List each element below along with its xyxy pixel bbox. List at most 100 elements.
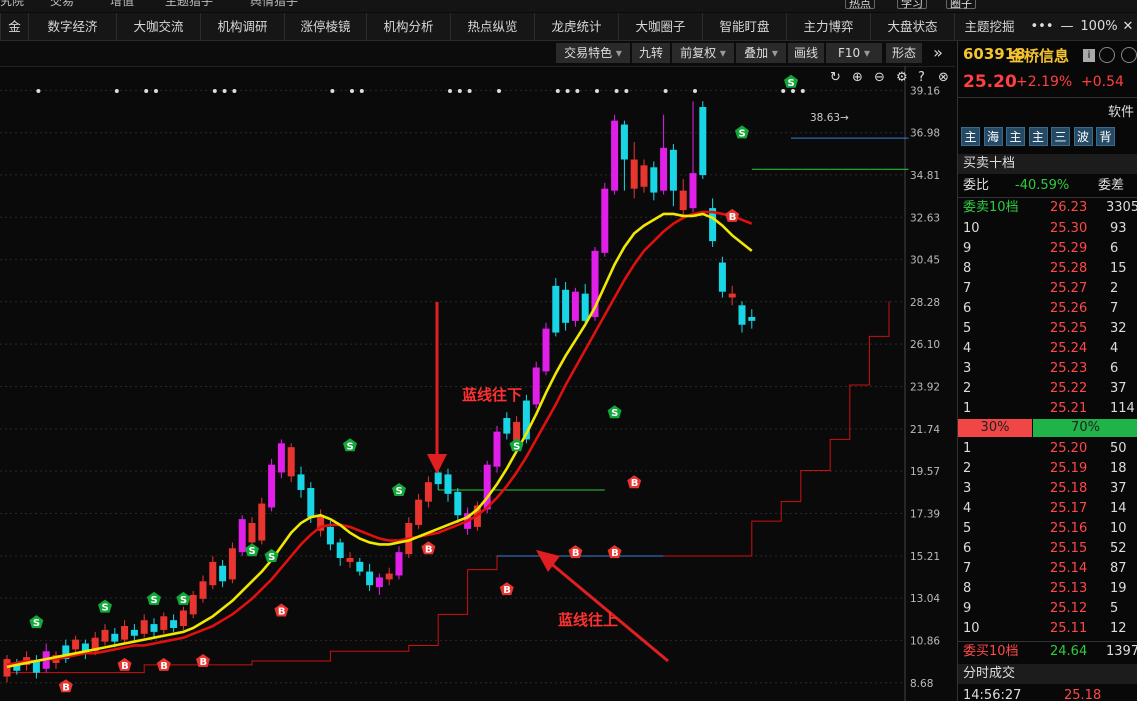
candle-body[interactable] bbox=[346, 557, 354, 562]
top-button[interactable]: 热点 bbox=[845, 0, 875, 10]
candle-body[interactable] bbox=[679, 190, 687, 211]
candle-body[interactable] bbox=[552, 285, 560, 333]
quote-tab-button[interactable]: 三 bbox=[1051, 127, 1070, 146]
close-icon[interactable]: ✕ bbox=[1119, 13, 1137, 40]
more-icon[interactable]: ••• bbox=[1030, 13, 1054, 40]
tab-item[interactable]: 机构分析 bbox=[366, 13, 450, 40]
top-button[interactable]: 学习 bbox=[897, 0, 927, 10]
candle-body[interactable] bbox=[571, 291, 579, 321]
quote-tab-button[interactable]: 海 bbox=[983, 127, 1003, 146]
toolbar-button[interactable]: 九转 bbox=[632, 43, 670, 63]
chart-tool-icon[interactable]: ⊖ bbox=[874, 70, 885, 85]
candle-body[interactable] bbox=[542, 328, 550, 372]
bid-row[interactable]: 2 25.19 18 bbox=[958, 459, 1137, 479]
candle-body[interactable] bbox=[699, 107, 707, 176]
quote-tab-button[interactable]: 主 bbox=[1006, 127, 1025, 146]
tab-item[interactable]: 机构调研 bbox=[200, 13, 284, 40]
candle-body[interactable] bbox=[356, 561, 364, 572]
tab-item[interactable]: 主题挖掘 bbox=[954, 13, 1024, 40]
candle-body[interactable] bbox=[669, 149, 677, 191]
tab-item[interactable]: 大盘状态 bbox=[870, 13, 954, 40]
candle-body[interactable] bbox=[650, 167, 658, 193]
bid-row[interactable]: 5 25.16 10 bbox=[958, 519, 1137, 539]
chart-tool-icon[interactable]: ? bbox=[918, 70, 925, 85]
bid-row[interactable]: 4 25.17 14 bbox=[958, 499, 1137, 519]
candle-body[interactable] bbox=[415, 499, 423, 525]
buy-signal-icon[interactable]: B bbox=[58, 679, 73, 693]
quote-tab-button[interactable]: 背 bbox=[1096, 127, 1115, 146]
candle-body[interactable] bbox=[748, 316, 756, 321]
sell-signal-icon[interactable]: S bbox=[607, 405, 622, 419]
candle-body[interactable] bbox=[160, 616, 168, 630]
chart-tool-icon[interactable]: ⊕ bbox=[852, 70, 863, 85]
toolbar-button[interactable]: 形态 bbox=[886, 43, 922, 63]
tab-item[interactable]: 数字经济 bbox=[28, 13, 116, 40]
ask-row[interactable]: 10 25.30 93 bbox=[958, 219, 1137, 239]
candle-body[interactable] bbox=[179, 610, 187, 627]
candle-body[interactable] bbox=[444, 474, 452, 494]
buy-signal-icon[interactable]: B bbox=[725, 208, 740, 223]
info-icon[interactable]: i bbox=[1083, 49, 1095, 62]
top-menu-item[interactable]: 舆情猎手 bbox=[250, 0, 298, 9]
candle-body[interactable] bbox=[493, 431, 501, 467]
candle-body[interactable] bbox=[689, 173, 697, 209]
candle-body[interactable] bbox=[101, 629, 109, 642]
toolbar-button[interactable]: 前复权 ▾ bbox=[672, 43, 734, 63]
sell-signal-icon[interactable]: S bbox=[29, 615, 44, 629]
ask-row[interactable]: 1 25.21 114 bbox=[958, 399, 1137, 419]
sell-signal-icon[interactable]: S bbox=[147, 591, 161, 606]
tab-item[interactable]: 主力博弈 bbox=[786, 13, 870, 40]
sell-signal-icon[interactable]: S bbox=[735, 125, 749, 139]
buy-signal-icon[interactable]: B bbox=[499, 582, 514, 596]
expand-icon[interactable]: » bbox=[927, 43, 949, 63]
sell-signal-icon[interactable]: S bbox=[784, 74, 798, 89]
buy-signal-icon[interactable]: B bbox=[156, 657, 171, 672]
candle-body[interactable] bbox=[454, 491, 462, 516]
candle-body[interactable] bbox=[385, 573, 393, 580]
candle-body[interactable] bbox=[728, 293, 736, 298]
ask-row[interactable]: 2 25.22 37 bbox=[958, 379, 1137, 399]
quote-tab-button[interactable]: 波 bbox=[1073, 127, 1093, 146]
tab-item[interactable]: 大咖圈子 bbox=[618, 13, 702, 40]
candle-body[interactable] bbox=[3, 659, 11, 677]
sell-signal-icon[interactable]: S bbox=[98, 599, 112, 614]
candle-body[interactable] bbox=[199, 581, 207, 599]
top-menu-item[interactable]: 交易 bbox=[50, 0, 74, 9]
tab-item[interactable]: 热点纵览 bbox=[450, 13, 534, 40]
top-menu-item[interactable]: 主题猎手 bbox=[165, 0, 213, 9]
top-menu-item[interactable]: 增值 bbox=[110, 0, 134, 9]
candle-body[interactable] bbox=[121, 626, 129, 640]
buy-signal-icon[interactable]: B bbox=[627, 475, 642, 489]
sell-signal-icon[interactable]: S bbox=[392, 482, 406, 497]
sell-signal-icon[interactable]: S bbox=[245, 543, 259, 557]
candle-body[interactable] bbox=[738, 305, 746, 325]
candle-body[interactable] bbox=[72, 639, 80, 650]
candle-body[interactable] bbox=[189, 594, 197, 615]
candle-body[interactable] bbox=[297, 474, 305, 490]
toolbar-button[interactable]: F10 ▾ bbox=[826, 43, 882, 63]
candle-body[interactable] bbox=[150, 624, 158, 632]
candle-body[interactable] bbox=[424, 482, 432, 502]
candle-body[interactable] bbox=[483, 464, 491, 510]
toolbar-button[interactable]: 交易特色 ▾ bbox=[556, 43, 630, 63]
candle-body[interactable] bbox=[277, 443, 285, 473]
buy-signal-icon[interactable]: B bbox=[568, 545, 583, 559]
tab-item[interactable]: 涨停棱镜 bbox=[284, 13, 366, 40]
ask-row[interactable]: 9 25.29 6 bbox=[958, 239, 1137, 259]
software-tag[interactable]: 软件 bbox=[1108, 101, 1134, 120]
candle-body[interactable] bbox=[170, 620, 178, 628]
candle-body[interactable] bbox=[307, 488, 315, 518]
candle-body[interactable] bbox=[268, 464, 276, 508]
ask-row[interactable]: 3 25.23 6 bbox=[958, 359, 1137, 379]
candle-body[interactable] bbox=[630, 159, 638, 189]
bid-row[interactable]: 9 25.12 5 bbox=[958, 599, 1137, 619]
candle-body[interactable] bbox=[375, 577, 383, 588]
bid-row[interactable]: 1 25.20 50 bbox=[958, 439, 1137, 459]
tab-item[interactable]: 龙虎统计 bbox=[534, 13, 618, 40]
candle-body[interactable] bbox=[111, 633, 119, 642]
tab-item[interactable]: 金 bbox=[0, 13, 28, 40]
candle-body[interactable] bbox=[620, 124, 628, 160]
candle-body[interactable] bbox=[581, 293, 589, 321]
chart-tool-icon[interactable]: ↻ bbox=[830, 70, 841, 85]
candle-body[interactable] bbox=[258, 503, 266, 541]
